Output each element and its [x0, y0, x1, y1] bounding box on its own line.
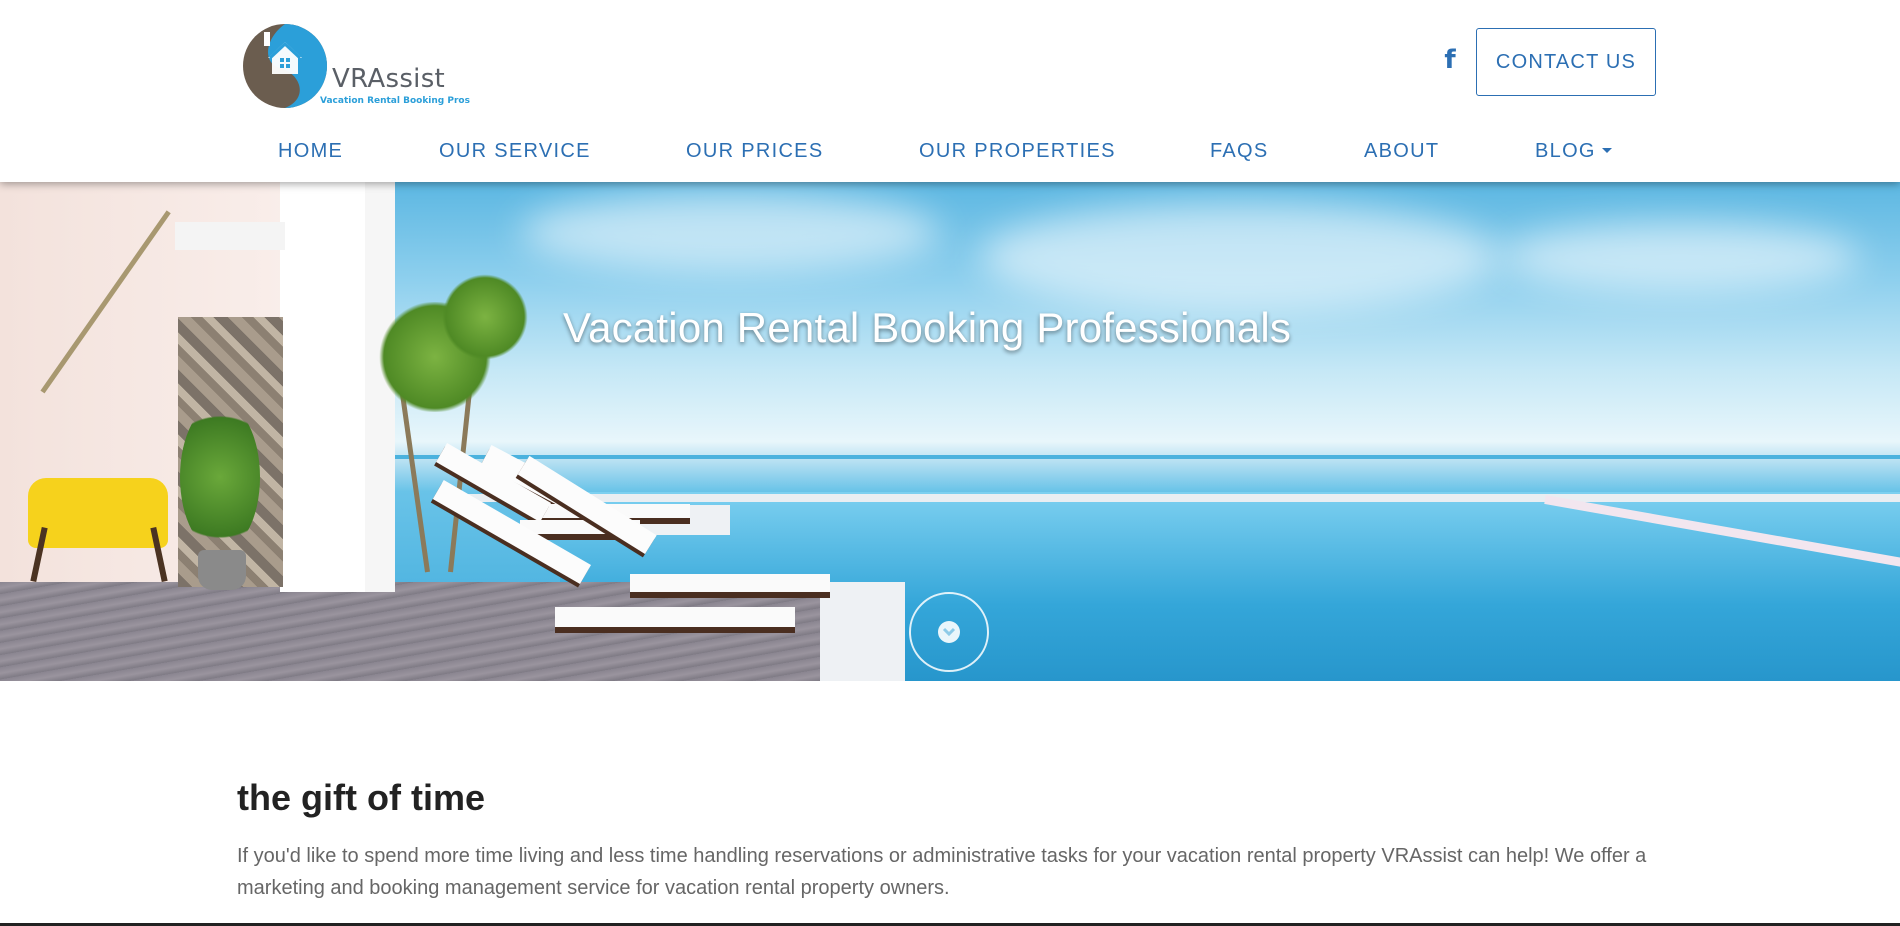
intro-heading: the gift of time [237, 777, 485, 818]
logo-text: VRAssist [332, 64, 446, 94]
intro-body: If you'd like to spend more time living … [237, 845, 1647, 899]
logo[interactable]: VRAssist Vacation Rental Booking Pros [240, 18, 470, 110]
scroll-down-button[interactable] [909, 592, 989, 672]
hero-pillar [175, 222, 285, 250]
nav-item-our-properties[interactable]: OUR PROPERTIES [919, 140, 1116, 163]
chevron-down-icon [938, 621, 960, 643]
logo-tagline: Vacation Rental Booking Pros [320, 96, 470, 106]
hero-cloud [980, 202, 1500, 312]
nav-item-our-service[interactable]: OUR SERVICE [439, 140, 591, 163]
hero-plant [180, 402, 260, 552]
hero-cloud [1500, 222, 1860, 292]
hero-cloud [520, 192, 940, 272]
hero-deck [0, 582, 880, 681]
site-header: VRAssist Vacation Rental Booking Pros f … [0, 0, 1900, 182]
contact-us-button[interactable]: CONTACT US [1476, 28, 1656, 96]
main-nav: HOME OUR SERVICE OUR PRICES OUR PROPERTI… [0, 140, 1900, 168]
hero-pot [198, 550, 246, 590]
hero-palm-leaves [430, 272, 540, 362]
hero-horizon [380, 455, 1900, 459]
hero-lounger [555, 607, 795, 627]
nav-item-home[interactable]: HOME [278, 140, 343, 163]
hero-platform [820, 582, 905, 681]
hero-pool-edge [440, 494, 1900, 502]
hero-lounger [630, 574, 830, 592]
facebook-icon[interactable]: f [1440, 46, 1460, 74]
nav-item-blog[interactable]: BLOG [1535, 140, 1612, 163]
nav-item-faqs[interactable]: FAQS [1210, 140, 1269, 163]
hero-title: Vacation Rental Booking Professionals [563, 304, 1292, 351]
nav-item-blog-label: BLOG [1535, 140, 1596, 162]
nav-item-our-prices[interactable]: OUR PRICES [686, 140, 823, 163]
nav-item-about[interactable]: ABOUT [1364, 140, 1439, 163]
hero-pillar [280, 182, 366, 592]
caret-down-icon [1601, 147, 1612, 153]
hero-banner: Vacation Rental Booking Professionals [0, 182, 1900, 681]
hero-chair [28, 478, 168, 548]
logo-icon [243, 24, 327, 108]
